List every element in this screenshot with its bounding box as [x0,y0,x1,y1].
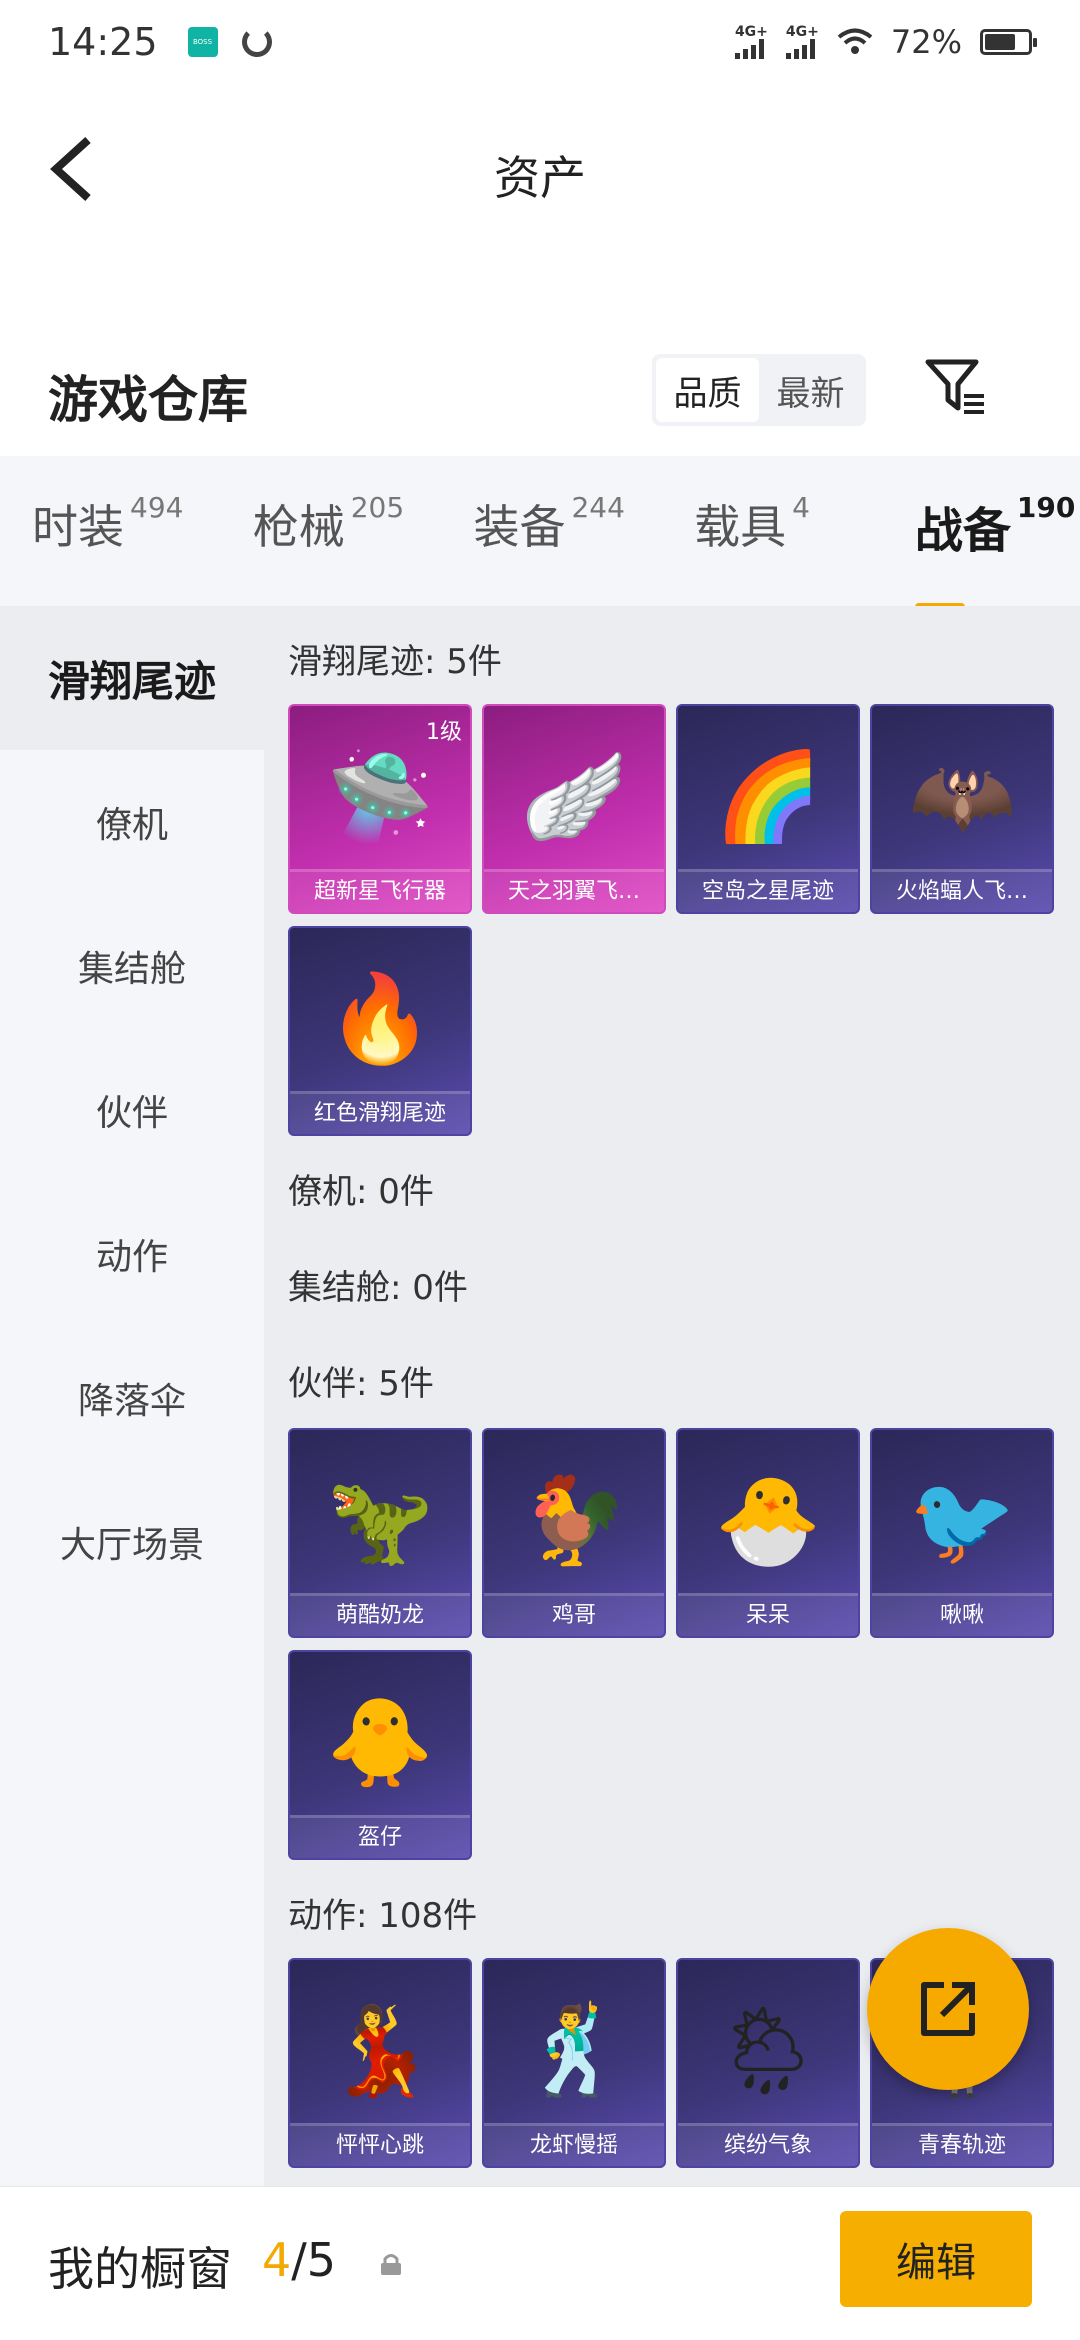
status-bar: 14:25 BOSS 4G+ 4G+ 72% [0,0,1080,84]
dance-figure-icon: 💃 [326,2000,434,2101]
tab-count: 205 [350,491,405,524]
sidebar-item-glide-trail[interactable]: 滑翔尾迹 [0,606,264,750]
item-name: 怦怦心跳 [290,2126,470,2166]
section-title-glide: 滑翔尾迹: 5件 [288,642,502,682]
category-tabs: 时装 494 枪械 205 装备 244 载具 4 战备 190 [0,456,1080,611]
item-name: 盔仔 [290,1818,470,1858]
showcase-current: 4 [262,2233,292,2287]
section-title-action: 动作: 108件 [288,1896,478,1936]
tab-label: 枪械 [252,500,345,554]
item-card[interactable]: 🐓 鸡哥 [482,1428,666,1638]
dragon-icon: 🦖 [326,1470,434,1571]
helmet-chick-icon: 🐥 [326,1692,434,1793]
network-label: 4G+ [734,24,768,40]
item-name: 青春轨迹 [872,2126,1052,2166]
item-card[interactable]: 1级 🛸 超新星飞行器 [288,704,472,914]
tab-count: 494 [130,491,184,524]
item-card[interactable]: 🦖 萌酷奶龙 [288,1428,472,1638]
item-card[interactable]: 🪽 天之羽翼飞… [482,704,666,914]
sidebar-item-wingman[interactable]: 僚机 [0,750,264,894]
signal-icon-1: 4G+ [734,24,768,59]
tab-count: 4 [792,491,810,524]
showcase-label: 我的橱窗 [48,2242,232,2296]
tab-weapons[interactable]: 枪械 205 [221,491,442,571]
item-card[interactable]: 🌦 缤纷气象 [676,1958,860,2168]
do-not-disturb-icon [241,27,272,57]
item-name: 萌酷奶龙 [290,1596,470,1636]
rainbow-trail-icon: 🌈 [714,746,822,847]
tab-count: 244 [571,491,625,524]
edit-button[interactable]: 编辑 [840,2211,1032,2307]
top-app-bar: 资产 [0,84,1080,252]
item-card[interactable]: 🐥 盔仔 [288,1650,472,1860]
item-card[interactable]: 💃 怦怦心跳 [288,1958,472,2168]
sidebar: 滑翔尾迹 僚机 集结舱 伙伴 动作 降落伞 大厅场景 [0,606,264,2186]
tab-battle-gear[interactable]: 战备 190 [883,491,1080,611]
share-button[interactable] [867,1928,1029,2090]
item-name: 缤纷气象 [678,2126,858,2166]
item-card[interactable]: 🌈 空岛之星尾迹 [676,704,860,914]
network-label: 4G+ [785,24,819,40]
lock-icon [381,2254,401,2275]
tab-count: 190 [1016,491,1076,524]
battery-percent: 72% [890,23,962,61]
sidebar-item-action[interactable]: 动作 [0,1182,264,1326]
warehouse-header: 游戏仓库 品质 最新 [0,330,1080,450]
tab-equipment[interactable]: 装备 244 [441,491,662,571]
page-title: 资产 [494,151,586,205]
share-out-icon [921,1982,975,2036]
tab-label: 战备 [914,503,1011,559]
item-name: 红色滑翔尾迹 [290,1094,470,1134]
sort-option-quality[interactable]: 品质 [656,358,759,422]
item-name: 龙虾慢摇 [484,2126,664,2166]
item-card[interactable]: 🕺 龙虾慢摇 [482,1958,666,2168]
sidebar-item-parachute[interactable]: 降落伞 [0,1326,264,1470]
flame-bat-icon: 🦇 [908,746,1016,847]
dance-figure-icon: 🕺 [520,2000,628,2101]
boss-app-icon: BOSS [187,27,218,57]
warehouse-title: 游戏仓库 [48,371,248,429]
chick-icon: 🐣 [714,1470,822,1571]
sort-option-newest[interactable]: 最新 [759,358,862,422]
item-name: 火焰蝠人飞… [872,872,1052,912]
item-card[interactable]: 🐦 啾啾 [870,1428,1054,1638]
weather-figure-icon: 🌦 [713,2000,823,2101]
sidebar-item-rally-pod[interactable]: 集结舱 [0,894,264,1038]
wifi-icon [837,28,873,54]
section-title-wingman: 僚机: 0件 [288,1172,434,1212]
status-time: 14:25 [48,20,158,64]
red-smoke-trail-icon: 🔥 [326,968,434,1069]
item-card[interactable]: 🦇 火焰蝠人飞… [870,704,1054,914]
showcase-separator: / [291,2233,307,2287]
aircraft-icon: 🛸 [326,746,434,847]
item-name: 天之羽翼飞… [484,872,664,912]
section-title-pod: 集结舱: 0件 [288,1268,468,1308]
item-name: 超新星飞行器 [290,872,470,912]
signal-icon-2: 4G+ [785,24,819,59]
rooster-icon: 🐓 [520,1470,628,1571]
filter-icon[interactable] [924,356,988,420]
item-card[interactable]: 🐣 呆呆 [676,1428,860,1638]
bottom-bar: 我的橱窗 4/5 编辑 [0,2186,1080,2340]
sidebar-item-lobby-scene[interactable]: 大厅场景 [0,1470,264,1614]
section-title-partner: 伙伴: 5件 [288,1364,434,1404]
pink-bird-icon: 🐦 [908,1470,1016,1571]
showcase-count: 4/5 [262,2233,336,2287]
wings-icon: 🪽 [520,746,628,847]
item-name: 啾啾 [872,1596,1052,1636]
tab-fashion[interactable]: 时装 494 [0,491,221,571]
item-name: 鸡哥 [484,1596,664,1636]
sort-toggle: 品质 最新 [652,354,866,426]
tab-label: 装备 [473,500,566,554]
item-name: 空岛之星尾迹 [678,872,858,912]
tab-vehicles[interactable]: 载具 4 [662,491,883,571]
item-card[interactable]: 🔥 红色滑翔尾迹 [288,926,472,1136]
tab-label: 载具 [694,500,787,554]
item-name: 呆呆 [678,1596,858,1636]
sidebar-item-partner[interactable]: 伙伴 [0,1038,264,1182]
showcase-total: 5 [306,2233,337,2287]
tab-label: 时装 [32,500,124,554]
battery-icon [980,29,1037,55]
